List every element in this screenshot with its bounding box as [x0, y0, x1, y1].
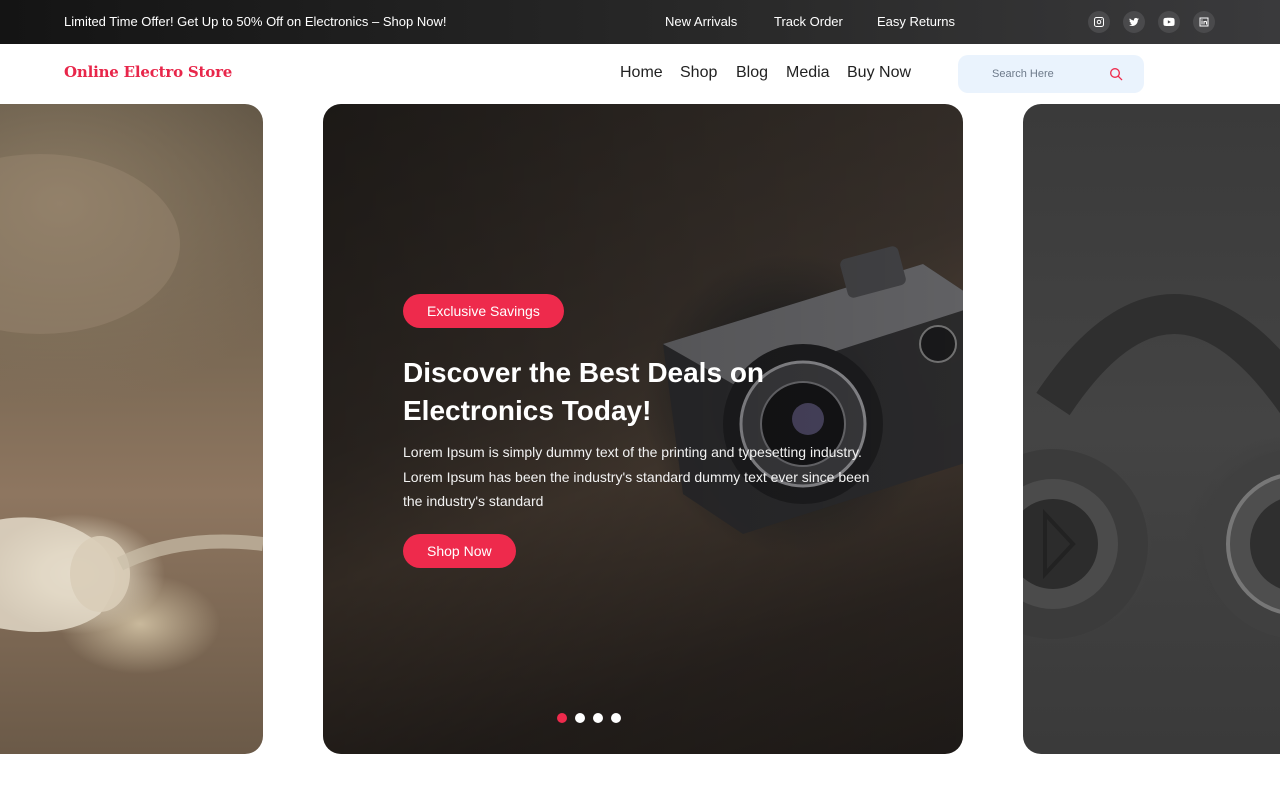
twitter-icon[interactable]	[1123, 11, 1145, 33]
shop-now-button[interactable]: Shop Now	[403, 533, 516, 568]
youtube-icon[interactable]	[1158, 11, 1180, 33]
main-header: Online Electro Store Home Shop Blog Medi…	[0, 44, 1280, 104]
hero-slide: Exclusive Savings Discover the Best Deal…	[323, 104, 963, 754]
hero-description: Lorem Ipsum is simply dummy text of the …	[403, 444, 870, 509]
next-slide[interactable]	[1023, 104, 1280, 754]
slider-dot-1[interactable]	[557, 713, 567, 723]
store-logo[interactable]: Online Electro Store	[64, 63, 232, 81]
slider-dot-2[interactable]	[575, 713, 585, 723]
promo-text[interactable]: Limited Time Offer! Get Up to 50% Off on…	[64, 14, 446, 29]
nav-buy-now[interactable]: Buy Now	[847, 64, 911, 82]
linkedin-icon[interactable]	[1193, 11, 1215, 33]
new-arrivals-link[interactable]: New Arrivals	[665, 14, 737, 29]
hero-content: Exclusive Savings Discover the Best Deal…	[403, 294, 883, 568]
nav-shop[interactable]: Shop	[680, 64, 717, 82]
search-icon[interactable]	[1108, 66, 1124, 82]
search-box	[958, 55, 1144, 93]
top-announcement-bar: Limited Time Offer! Get Up to 50% Off on…	[0, 0, 1280, 44]
exclusive-savings-badge: Exclusive Savings	[403, 294, 564, 328]
nav-media[interactable]: Media	[786, 64, 830, 82]
easy-returns-link[interactable]: Easy Returns	[877, 14, 955, 29]
slider-dots	[557, 713, 621, 723]
slider-dot-3[interactable]	[593, 713, 603, 723]
instagram-icon[interactable]	[1088, 11, 1110, 33]
earbuds-image	[0, 154, 263, 632]
nav-blog[interactable]: Blog	[736, 64, 768, 82]
headphones-image	[1023, 294, 1280, 639]
previous-slide[interactable]	[0, 104, 263, 754]
hero-headline: Discover the Best Deals on Electronics T…	[403, 357, 765, 426]
slider-dot-4[interactable]	[611, 713, 621, 723]
nav-home[interactable]: Home	[620, 64, 663, 82]
track-order-link[interactable]: Track Order	[774, 14, 843, 29]
search-input[interactable]	[992, 65, 1102, 83]
